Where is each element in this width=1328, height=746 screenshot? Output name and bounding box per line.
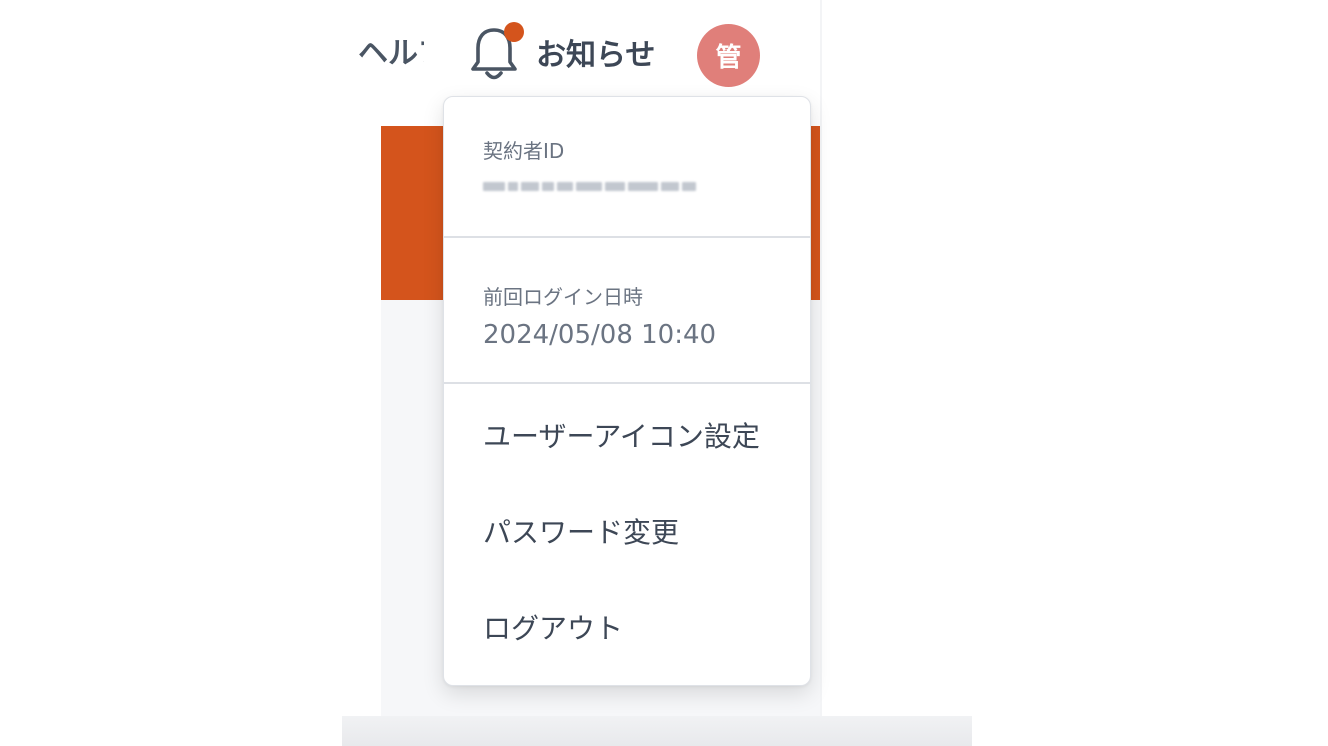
- contract-id-section: 契約者ID: [444, 135, 810, 196]
- nav-notifications-label: お知らせ: [536, 38, 656, 73]
- bottom-bar: [342, 716, 972, 746]
- menu-divider: [444, 382, 810, 384]
- menu-item-logout[interactable]: ログアウト: [444, 579, 810, 675]
- app-screen: ヘルプ お知らせ 管 契約者ID: [0, 0, 1328, 746]
- nav-notifications-link[interactable]: お知らせ: [470, 22, 655, 82]
- notification-dot-icon: [504, 22, 524, 42]
- nav-help-link[interactable]: ヘルプ: [358, 32, 424, 76]
- menu-item-user-icon-settings[interactable]: ユーザーアイコン設定: [444, 387, 810, 483]
- contract-id-label: 契約者ID: [483, 139, 565, 163]
- last-login-label: 前回ログイン日時: [483, 285, 643, 309]
- menu-item-label: パスワード変更: [483, 516, 680, 549]
- contract-id-value-redacted: [483, 176, 810, 196]
- page-edge: [820, 0, 822, 716]
- menu-item-label: ユーザーアイコン設定: [483, 420, 760, 453]
- bell-icon-wrapper: [470, 22, 524, 82]
- user-menu-dropdown: 契約者ID 前回ログイン日時 2024/05/08 10:40 ユーザーアイコン…: [443, 96, 811, 686]
- menu-item-label: ログアウト: [483, 612, 624, 645]
- menu-item-change-password[interactable]: パスワード変更: [444, 483, 810, 579]
- last-login-section: 前回ログイン日時 2024/05/08 10:40: [444, 281, 810, 350]
- user-avatar-button[interactable]: 管: [697, 24, 760, 87]
- nav-help-label: ヘルプ: [358, 36, 424, 71]
- menu-divider: [444, 236, 810, 238]
- last-login-value: 2024/05/08 10:40: [483, 320, 717, 350]
- avatar-initial: 管: [715, 43, 742, 73]
